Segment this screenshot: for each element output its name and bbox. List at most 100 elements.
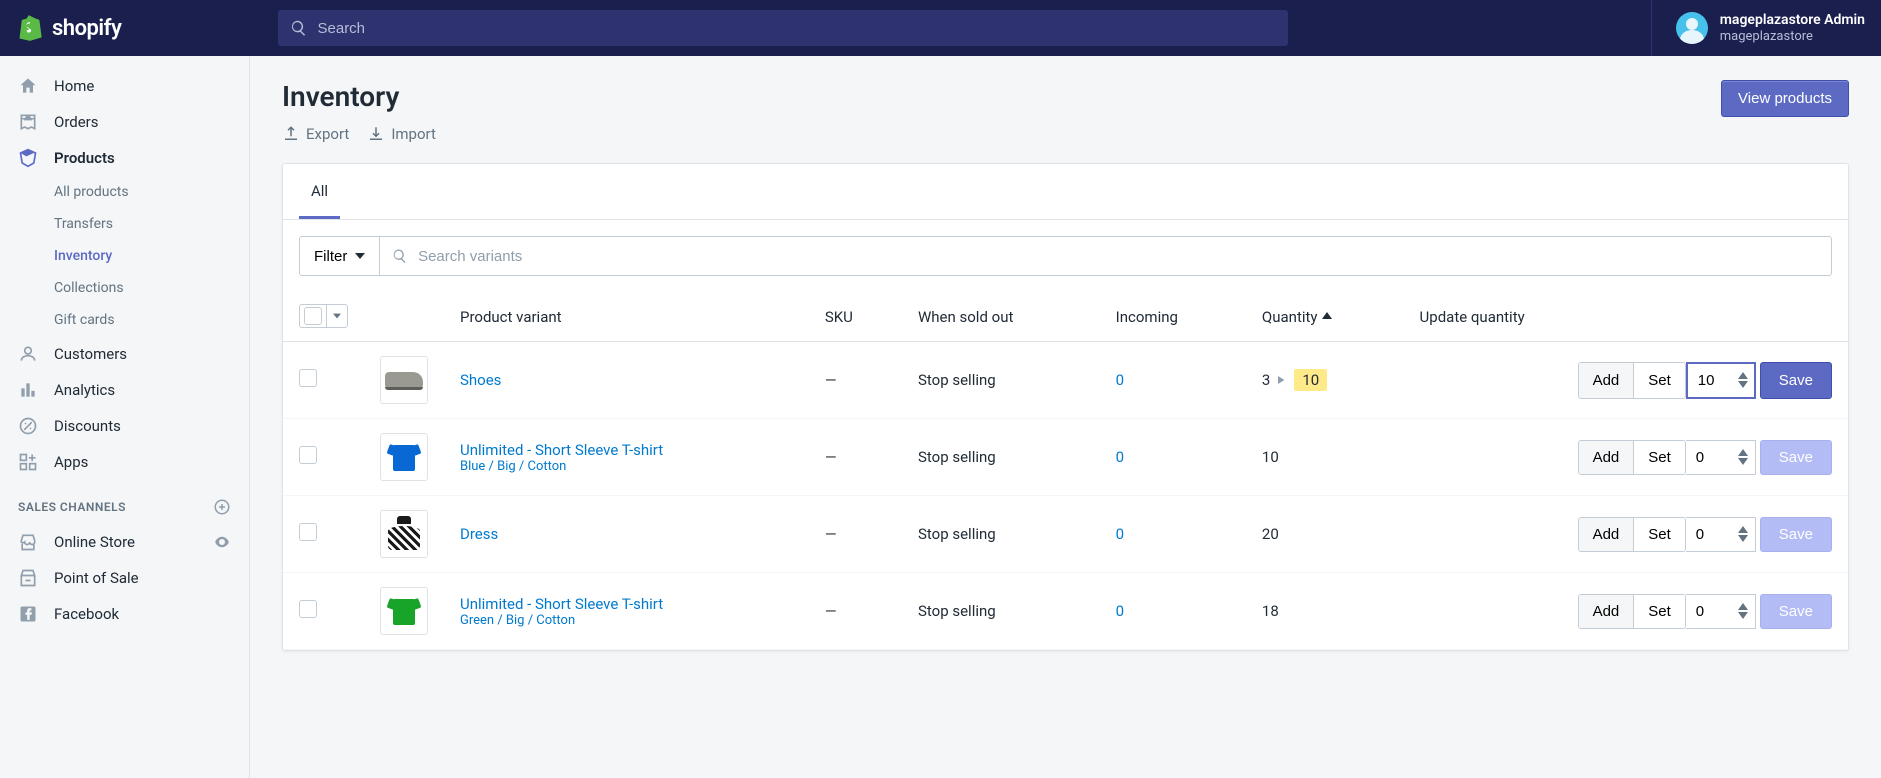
product-thumb[interactable] xyxy=(380,433,428,481)
page-header: Inventory Export Import View products xyxy=(282,80,1849,143)
nav-transfers[interactable]: Transfers xyxy=(0,208,249,240)
spinner-down-icon[interactable] xyxy=(1738,611,1748,619)
row-checkbox[interactable] xyxy=(299,369,317,387)
spinner-down-icon[interactable] xyxy=(1738,534,1748,542)
logo[interactable]: shopify xyxy=(16,14,246,42)
nav-products[interactable]: Products xyxy=(0,140,249,176)
row-checkbox[interactable] xyxy=(299,600,317,618)
product-thumb[interactable] xyxy=(380,587,428,635)
spinner-up-icon[interactable] xyxy=(1738,372,1748,380)
export-icon xyxy=(282,125,300,143)
col-quantity[interactable]: Quantity xyxy=(1246,292,1404,342)
add-button[interactable]: Add xyxy=(1579,363,1635,398)
sidebar: Home Orders Products All products Transf… xyxy=(0,56,250,778)
filter-button[interactable]: Filter xyxy=(299,236,380,276)
variant-options[interactable]: Green / Big / Cotton xyxy=(460,613,793,628)
sku-cell: — xyxy=(809,496,902,573)
global-search xyxy=(278,10,1288,46)
add-button[interactable]: Add xyxy=(1579,595,1635,628)
add-set-toggle: Add Set xyxy=(1578,440,1686,475)
nav-collections[interactable]: Collections xyxy=(0,272,249,304)
col-update[interactable]: Update quantity xyxy=(1404,292,1848,342)
spinner-up-icon[interactable] xyxy=(1738,603,1748,611)
product-thumb[interactable] xyxy=(380,510,428,558)
sku-cell: — xyxy=(809,342,902,419)
select-all-caret[interactable] xyxy=(326,305,347,327)
add-channel-icon[interactable] xyxy=(213,498,231,516)
nav-apps[interactable]: Apps xyxy=(0,444,249,480)
spinner-up-icon[interactable] xyxy=(1738,526,1748,534)
table-row: Dress — Stop selling 0 20 Add Set Save xyxy=(283,496,1848,573)
product-link[interactable]: Shoes xyxy=(460,371,501,389)
nav-gift-cards[interactable]: Gift cards xyxy=(0,304,249,336)
export-button[interactable]: Export xyxy=(282,125,349,143)
table-row: Shoes — Stop selling 0 310 Add Set Save xyxy=(283,342,1848,419)
brand-text: shopify xyxy=(52,16,121,41)
incoming-link[interactable]: 0 xyxy=(1116,602,1124,620)
product-link[interactable]: Unlimited - Short Sleeve T-shirt xyxy=(460,441,663,459)
spinner-down-icon[interactable] xyxy=(1738,380,1748,388)
select-all[interactable] xyxy=(299,304,348,328)
product-link[interactable]: Dress xyxy=(460,525,498,543)
tabs: All xyxy=(283,164,1848,220)
set-button[interactable]: Set xyxy=(1634,595,1685,628)
spinner-up-icon[interactable] xyxy=(1738,449,1748,457)
set-button[interactable]: Set xyxy=(1634,363,1685,398)
orders-icon xyxy=(18,112,38,132)
save-button[interactable]: Save xyxy=(1760,594,1832,629)
col-product[interactable]: Product variant xyxy=(444,292,809,342)
add-button[interactable]: Add xyxy=(1579,518,1635,551)
apps-icon xyxy=(18,452,38,472)
add-button[interactable]: Add xyxy=(1579,441,1635,474)
product-link[interactable]: Unlimited - Short Sleeve T-shirt xyxy=(460,595,663,613)
incoming-link[interactable]: 0 xyxy=(1116,448,1124,466)
search-variants-input[interactable] xyxy=(418,248,1819,265)
nav-orders[interactable]: Orders xyxy=(0,104,249,140)
sort-asc-icon xyxy=(1322,312,1332,322)
tab-all[interactable]: All xyxy=(299,164,340,219)
spinner xyxy=(1738,364,1754,397)
customers-icon xyxy=(18,344,38,364)
nav-discounts[interactable]: Discounts xyxy=(0,408,249,444)
incoming-link[interactable]: 0 xyxy=(1116,525,1124,543)
set-button[interactable]: Set xyxy=(1634,518,1685,551)
col-incoming[interactable]: Incoming xyxy=(1100,292,1246,342)
incoming-link[interactable]: 0 xyxy=(1116,371,1124,389)
inventory-card: All Filter xyxy=(282,163,1849,651)
col-sold-out[interactable]: When sold out xyxy=(902,292,1100,342)
eye-icon[interactable] xyxy=(213,533,231,551)
user-store: mageplazastore xyxy=(1720,29,1865,45)
select-all-checkbox[interactable] xyxy=(304,307,322,325)
import-button[interactable]: Import xyxy=(367,125,436,143)
nav-pos[interactable]: Point of Sale xyxy=(0,560,249,596)
discounts-icon xyxy=(18,416,38,436)
save-button[interactable]: Save xyxy=(1760,517,1832,552)
nav-inventory[interactable]: Inventory xyxy=(0,240,249,272)
search-input[interactable] xyxy=(318,20,1277,37)
save-button[interactable]: Save xyxy=(1760,440,1832,475)
user-menu[interactable]: mageplazastore Admin mageplazastore xyxy=(1651,0,1865,56)
user-name: mageplazastore Admin xyxy=(1720,12,1865,29)
nav-customers[interactable]: Customers xyxy=(0,336,249,372)
set-button[interactable]: Set xyxy=(1634,441,1685,474)
row-checkbox[interactable] xyxy=(299,446,317,464)
row-checkbox[interactable] xyxy=(299,523,317,541)
spinner xyxy=(1738,442,1754,473)
col-sku[interactable]: SKU xyxy=(809,292,902,342)
save-button[interactable]: Save xyxy=(1760,362,1832,399)
add-set-toggle: Add Set xyxy=(1578,362,1686,399)
nav-online-store[interactable]: Online Store xyxy=(0,524,249,560)
inventory-table: Product variant SKU When sold out Incomi… xyxy=(283,292,1848,650)
nav-analytics[interactable]: Analytics xyxy=(0,372,249,408)
topbar: shopify mageplazastore Admin mageplazast… xyxy=(0,0,1881,56)
product-thumb[interactable] xyxy=(380,356,428,404)
nav-all-products[interactable]: All products xyxy=(0,176,249,208)
nav-home[interactable]: Home xyxy=(0,68,249,104)
spinner-down-icon[interactable] xyxy=(1738,457,1748,465)
search-variants[interactable] xyxy=(380,236,1832,276)
qty-old: 3 xyxy=(1262,371,1270,389)
search-box[interactable] xyxy=(278,10,1288,46)
view-products-button[interactable]: View products xyxy=(1721,80,1849,117)
nav-facebook[interactable]: Facebook xyxy=(0,596,249,632)
variant-options[interactable]: Blue / Big / Cotton xyxy=(460,459,793,474)
